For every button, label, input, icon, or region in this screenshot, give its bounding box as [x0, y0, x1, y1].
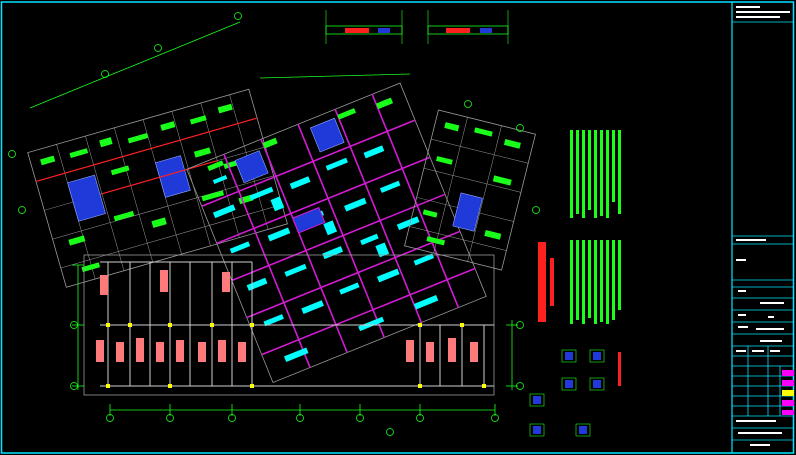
section-detail-fill — [378, 28, 390, 33]
section-detail-fill — [480, 28, 492, 33]
drawing-background — [0, 0, 796, 455]
section-detail-beam — [446, 28, 470, 33]
section-detail-beam — [345, 28, 369, 33]
notes-heading-underline — [550, 258, 554, 306]
column-detail-title-mark — [618, 352, 621, 386]
cad-drawing-sheet[interactable] — [0, 0, 796, 455]
notes-heading-mark — [538, 242, 546, 322]
